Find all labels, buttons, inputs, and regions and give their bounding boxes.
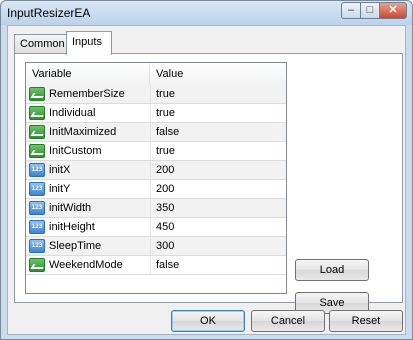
- column-divider: [150, 256, 151, 274]
- minimize-button[interactable]: –: [341, 2, 361, 19]
- boolean-type-icon: [29, 87, 45, 101]
- reset-button[interactable]: Reset: [329, 310, 403, 332]
- variable-value[interactable]: false: [156, 123, 179, 141]
- tab-common[interactable]: Common: [14, 34, 68, 54]
- numeric-type-icon: 123: [29, 163, 45, 177]
- variable-value[interactable]: 350: [156, 199, 174, 217]
- cancel-button[interactable]: Cancel: [251, 310, 325, 332]
- variable-name: initWidth: [49, 202, 92, 214]
- variable-value[interactable]: 450: [156, 218, 174, 236]
- boolean-type-icon: [29, 106, 45, 120]
- variable-value[interactable]: false: [156, 256, 179, 274]
- table-row[interactable]: Individual true: [26, 104, 286, 123]
- variable-name: initHeight: [49, 221, 95, 233]
- table-row[interactable]: 123 initHeight 450: [26, 218, 286, 237]
- load-button[interactable]: Load: [295, 259, 369, 281]
- boolean-type-icon: [29, 144, 45, 158]
- variable-name: InitCustom: [49, 145, 102, 157]
- inputs-table: Variable Value RememberSize true Individua…: [25, 62, 287, 294]
- inputs-tab-panel: Variable Value RememberSize true Individua…: [14, 53, 403, 314]
- column-divider: [150, 161, 151, 179]
- variable-value[interactable]: 200: [156, 180, 174, 198]
- variable-value[interactable]: 300: [156, 237, 174, 255]
- variable-name: initX: [49, 164, 71, 176]
- column-divider: [150, 237, 151, 255]
- column-divider: [150, 142, 151, 160]
- variable-name: RememberSize: [49, 88, 125, 100]
- variable-name: WeekendMode: [49, 259, 123, 271]
- maximize-button[interactable]: □: [360, 2, 380, 19]
- table-header: Variable Value: [26, 63, 286, 86]
- table-row[interactable]: InitMaximized false: [26, 123, 286, 142]
- table-row[interactable]: 123 SleepTime 300: [26, 237, 286, 256]
- ok-button[interactable]: OK: [171, 310, 245, 332]
- variable-value[interactable]: true: [156, 104, 175, 122]
- numeric-type-icon: 123: [29, 220, 45, 234]
- table-row[interactable]: 123 initWidth 350: [26, 199, 286, 218]
- column-divider: [150, 85, 151, 103]
- table-row[interactable]: InitCustom true: [26, 142, 286, 161]
- variable-name: InitMaximized: [49, 126, 117, 138]
- variable-value[interactable]: true: [156, 142, 175, 160]
- close-button[interactable]: ✕: [379, 2, 407, 19]
- column-divider: [150, 104, 151, 122]
- tab-inputs[interactable]: Inputs: [66, 31, 112, 55]
- column-divider: [150, 123, 151, 141]
- column-divider: [150, 218, 151, 236]
- column-divider: [150, 180, 151, 198]
- boolean-type-icon: [29, 125, 45, 139]
- variable-name: SleepTime: [49, 240, 102, 252]
- column-header-value[interactable]: Value: [150, 63, 286, 85]
- table-row[interactable]: RememberSize true: [26, 85, 286, 104]
- numeric-type-icon: 123: [29, 239, 45, 253]
- boolean-type-icon: [29, 258, 45, 272]
- window-title: InputResizerEA: [7, 6, 91, 20]
- variable-name: initY: [49, 183, 71, 195]
- variable-name: Individual: [49, 107, 96, 119]
- dialog-window: InputResizerEA – □ ✕ Common Inputs Varia…: [0, 0, 413, 340]
- column-header-variable[interactable]: Variable: [26, 63, 150, 85]
- table-row[interactable]: 123 initY 200: [26, 180, 286, 199]
- numeric-type-icon: 123: [29, 182, 45, 196]
- numeric-type-icon: 123: [29, 201, 45, 215]
- table-row[interactable]: WeekendMode false: [26, 256, 286, 275]
- table-row[interactable]: 123 initX 200: [26, 161, 286, 180]
- variable-value[interactable]: true: [156, 85, 175, 103]
- dialog-client: Common Inputs Variable Value RememberSiz…: [7, 25, 406, 335]
- column-divider: [150, 199, 151, 217]
- variable-value[interactable]: 200: [156, 161, 174, 179]
- title-bar[interactable]: InputResizerEA – □ ✕: [1, 1, 412, 25]
